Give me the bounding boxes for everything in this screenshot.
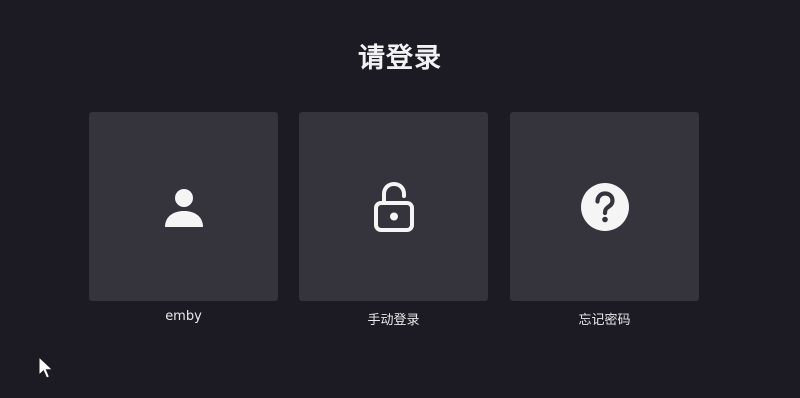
manual-login-tile[interactable] bbox=[299, 112, 488, 301]
login-page: 请登录 emby 手动登录 忘记密码 bbox=[0, 0, 800, 398]
user-card-tile[interactable] bbox=[89, 112, 278, 301]
mouse-pointer-icon bbox=[38, 356, 54, 379]
user-card-emby[interactable]: emby bbox=[89, 112, 278, 324]
forgot-password-card[interactable]: 忘记密码 bbox=[510, 112, 699, 328]
forgot-password-tile[interactable] bbox=[510, 112, 699, 301]
login-options: emby 手动登录 忘记密码 bbox=[89, 112, 711, 332]
user-icon bbox=[164, 188, 203, 227]
manual-login-label: 手动登录 bbox=[367, 313, 420, 328]
unlock-icon bbox=[373, 181, 414, 232]
page-title: 请登录 bbox=[358, 43, 442, 74]
help-icon bbox=[580, 182, 629, 231]
user-card-label: emby bbox=[165, 309, 202, 324]
manual-login-card[interactable]: 手动登录 bbox=[299, 112, 488, 328]
forgot-password-label: 忘记密码 bbox=[578, 313, 631, 328]
